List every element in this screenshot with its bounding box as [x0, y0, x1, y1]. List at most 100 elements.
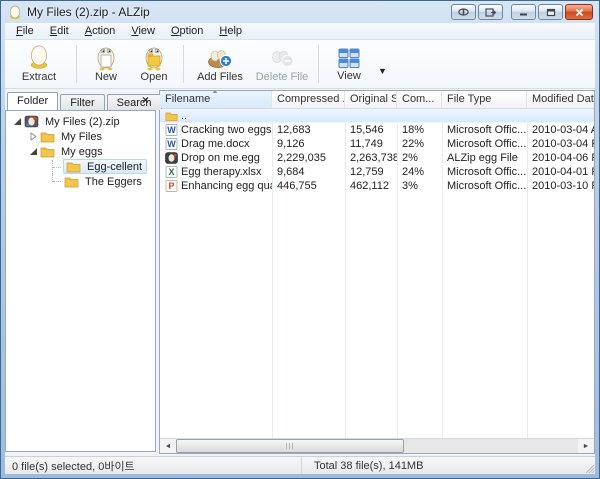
horizontal-scrollbar[interactable]: ◄ ►	[160, 438, 594, 453]
scrollbar-grip	[286, 443, 294, 449]
column-header-filename[interactable]: ▲ Filename	[160, 91, 272, 108]
tree-item-my-eggs[interactable]: My eggs	[6, 144, 155, 159]
file-list-panel: ▲ Filename Compressed ... Original S... …	[159, 90, 595, 454]
menu-option[interactable]: Option	[163, 24, 211, 39]
alzip-egg-icon	[8, 5, 22, 20]
excel-document-icon: X	[165, 166, 178, 178]
file-row[interactable]: X Egg therapy.xlsx 9,684 12,759 24% Micr…	[160, 165, 594, 179]
sidebar: Folder Filter Search ×	[5, 90, 156, 454]
delete-file-button[interactable]: Delete File	[251, 42, 313, 86]
view-grid-icon	[337, 46, 361, 70]
close-button[interactable]	[565, 4, 593, 20]
window-arrow-icon	[485, 8, 496, 17]
extract-button[interactable]: Extract	[7, 42, 71, 86]
powerpoint-document-icon: P	[165, 180, 178, 192]
list-header: ▲ Filename Compressed ... Original S... …	[160, 91, 594, 109]
tree-item-label: My Files	[58, 131, 105, 143]
egg-file-icon	[165, 152, 178, 164]
column-header-original-size[interactable]: Original S...	[345, 91, 397, 108]
folder-icon	[40, 130, 55, 143]
window-title: My Files (2).zip - ALZip	[27, 5, 150, 19]
oval-tool-icon	[458, 8, 469, 16]
close-icon	[575, 8, 584, 17]
file-row[interactable]: W Drag me.docx 9,126 11,749 22% Microsof…	[160, 137, 594, 151]
resize-grip[interactable]	[583, 462, 594, 473]
folder-icon	[40, 145, 55, 158]
tab-folder[interactable]: Folder	[7, 92, 58, 110]
tree-item-egg-cellent[interactable]: Egg-cellent	[6, 159, 155, 174]
svg-text:W: W	[167, 139, 176, 149]
open-egg-character-icon	[142, 44, 166, 71]
title-bar[interactable]: My Files (2).zip - ALZip	[1, 1, 599, 23]
file-row[interactable]: W Cracking two eggs wit... 12,683 15,546…	[160, 123, 594, 137]
status-bar: 0 file(s) selected, 0바이트 Total 38 file(s…	[5, 456, 595, 474]
selection-status: 0 file(s) selected, 0바이트	[5, 457, 302, 474]
menu-edit[interactable]: Edit	[42, 24, 77, 39]
tree-item-the-eggers[interactable]: The Eggers	[6, 174, 155, 189]
parent-directory-row[interactable]: ..	[160, 109, 594, 123]
alzip-tool-button-2[interactable]	[478, 4, 503, 20]
svg-text:X: X	[168, 167, 174, 177]
file-name: Cracking two eggs wit...	[181, 124, 272, 136]
scroll-left-icon[interactable]: ◄	[160, 439, 176, 453]
file-name: Drop on me.egg	[181, 152, 260, 164]
tree-item-my-files[interactable]: My Files	[6, 129, 155, 144]
folder-icon	[64, 175, 79, 188]
open-archive-button[interactable]: Open	[130, 42, 178, 86]
file-name: ..	[181, 110, 187, 122]
tree-item-label: My eggs	[58, 146, 106, 158]
extract-egg-icon	[26, 44, 52, 71]
sidebar-close-icon[interactable]: ×	[139, 93, 152, 107]
scrollbar-track[interactable]	[176, 439, 578, 453]
column-header-file-type[interactable]: File Type	[442, 91, 527, 108]
file-name: Egg therapy.xlsx	[181, 166, 262, 178]
expander-collapsed-icon[interactable]	[27, 132, 39, 141]
toolbar: Extract New	[5, 40, 595, 89]
column-header-modified-date[interactable]: Modified Date	[527, 91, 594, 108]
svg-text:W: W	[167, 125, 176, 135]
folder-tree: My Files (2).zip My Files	[5, 110, 156, 452]
column-header-compressed-size[interactable]: Compressed ...	[272, 91, 345, 108]
delete-file-eggs-icon	[269, 44, 295, 71]
file-name: Drag me.docx	[181, 138, 249, 150]
minimize-button[interactable]	[511, 4, 536, 20]
new-archive-button[interactable]: New	[82, 42, 130, 86]
alzip-tool-button-1[interactable]	[451, 4, 476, 20]
scroll-right-icon[interactable]: ►	[578, 439, 594, 453]
tab-search[interactable]: Search	[107, 94, 162, 110]
sort-ascending-icon: ▲	[212, 91, 219, 95]
new-egg-character-icon	[94, 44, 118, 71]
menu-file[interactable]: File	[8, 24, 42, 39]
expander-expanded-icon[interactable]	[11, 117, 23, 126]
word-document-icon: W	[165, 124, 178, 136]
view-button[interactable]: View	[324, 44, 374, 85]
add-files-eggs-icon	[207, 44, 233, 71]
add-files-button[interactable]: Add Files	[189, 42, 251, 86]
tree-item-label: Egg-cellent	[84, 161, 145, 173]
tab-filter[interactable]: Filter	[60, 94, 104, 110]
total-status: Total 38 file(s), 141MB	[302, 460, 423, 472]
tree-item-label: The Eggers	[82, 176, 145, 188]
folder-icon	[66, 160, 81, 173]
view-dropdown-icon[interactable]: ▼	[378, 66, 390, 76]
alzip-window: My Files (2).zip - ALZip	[0, 0, 600, 479]
svg-text:P: P	[168, 181, 174, 191]
folder-icon	[165, 110, 178, 122]
toolbar-separator	[183, 45, 184, 83]
restore-button[interactable]	[538, 4, 563, 20]
toolbar-separator	[318, 45, 319, 83]
menu-action[interactable]: Action	[77, 24, 124, 39]
sidebar-tabs: Folder Filter Search ×	[5, 90, 156, 110]
word-document-icon: W	[165, 138, 178, 150]
tree-item-label: My Files (2).zip	[42, 116, 123, 128]
tree-connector	[52, 160, 63, 174]
column-header-compression[interactable]: Com...	[397, 91, 442, 108]
menu-help[interactable]: Help	[211, 24, 250, 39]
tree-connector	[52, 174, 63, 182]
menu-view[interactable]: View	[123, 24, 163, 39]
file-row[interactable]: Drop on me.egg 2,229,035 2,263,738 2% AL…	[160, 151, 594, 165]
expander-expanded-icon[interactable]	[27, 147, 39, 156]
tree-item-archive-root[interactable]: My Files (2).zip	[6, 114, 155, 129]
file-row[interactable]: P Enhancing egg quality... 446,755 462,1…	[160, 179, 594, 193]
scrollbar-thumb[interactable]	[176, 439, 404, 453]
